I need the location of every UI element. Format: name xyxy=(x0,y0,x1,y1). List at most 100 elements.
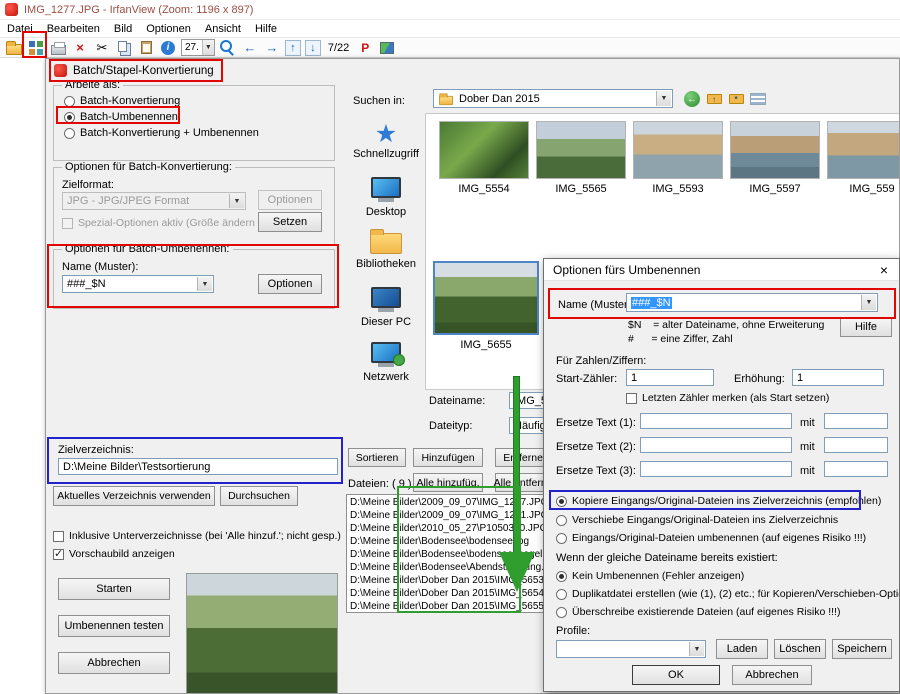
folder-up-icon[interactable]: ↑ xyxy=(705,90,723,108)
help-button[interactable]: Hilfe xyxy=(840,317,892,337)
remember-counter-checkbox[interactable]: Letzten Zähler merken (als Start setzen) xyxy=(626,392,829,404)
copy-icon[interactable] xyxy=(115,39,133,57)
new-glyph: * xyxy=(729,94,744,104)
radio-batch-umbenennen[interactable]: Batch-Umbenennen xyxy=(64,111,178,123)
delete-icon[interactable]: × xyxy=(71,39,89,57)
replace2-field[interactable] xyxy=(640,437,792,453)
save-profile-button[interactable]: Speichern xyxy=(832,639,892,659)
cancel-button[interactable]: Abbrechen xyxy=(58,652,170,674)
radio-copy-originals[interactable]: Kopiere Eingangs/Original-Dateien ins Zi… xyxy=(556,495,881,507)
paste-icon[interactable] xyxy=(137,39,155,57)
look-in-dropdown-icon[interactable]: ▼ xyxy=(656,91,671,106)
rename-cancel-button[interactable]: Abbrechen xyxy=(732,665,812,685)
radio-circle[interactable] xyxy=(556,533,567,544)
place-desktop[interactable]: Desktop xyxy=(344,177,428,218)
rename-name-dropdown-icon[interactable]: ▼ xyxy=(861,295,876,310)
zoom-dropdown-icon[interactable]: ▼ xyxy=(202,40,214,55)
zoom-level-field[interactable]: 27. ▼ xyxy=(181,39,215,56)
load-profile-button[interactable]: Laden xyxy=(716,639,768,659)
radio-circle[interactable] xyxy=(556,589,567,600)
thumbnail-img-5597[interactable]: IMG_5597 xyxy=(729,121,821,195)
set-button[interactable]: Setzen xyxy=(258,212,322,232)
target-dir-field[interactable]: D:\Meine Bilder\Testsortierung xyxy=(58,458,338,475)
close-icon[interactable]: × xyxy=(869,259,899,281)
radio-rename-originals[interactable]: Eingangs/Original-Dateien umbenennen (au… xyxy=(556,532,866,544)
radio-move-originals[interactable]: Verschiebe Eingangs/Original-Dateien ins… xyxy=(556,514,838,526)
add-all-button[interactable]: Alle hinzufüg. xyxy=(413,473,483,492)
replace3-with-field[interactable] xyxy=(824,461,888,477)
radio-circle[interactable] xyxy=(556,571,567,582)
show-preview-checkbox[interactable]: Vorschaubild anzeigen xyxy=(53,548,175,560)
checkbox-box[interactable] xyxy=(626,393,637,404)
radio-circle[interactable] xyxy=(64,112,75,123)
back-button-icon[interactable]: ← xyxy=(683,90,701,108)
menu-optionen[interactable]: Optionen xyxy=(139,22,198,36)
radio-circle[interactable] xyxy=(64,128,75,139)
radio-batch-konvertierung[interactable]: Batch-Konvertierung xyxy=(64,95,180,107)
palette-icon[interactable] xyxy=(378,39,396,57)
preview-image xyxy=(186,573,338,694)
profile-combo[interactable]: ▼ xyxy=(556,640,706,658)
look-in-combo[interactable]: Dober Dan 2015 ▼ xyxy=(433,89,673,108)
first-image-icon[interactable]: ↑ xyxy=(285,40,301,56)
place-dieser-pc[interactable]: Dieser PC xyxy=(344,287,428,328)
start-counter-field[interactable]: 1 xyxy=(626,369,714,386)
last-image-icon[interactable]: ↓ xyxy=(305,40,321,56)
open-folder-icon[interactable] xyxy=(5,39,23,57)
view-menu-icon[interactable] xyxy=(749,90,767,108)
sort-button[interactable]: Sortieren xyxy=(348,448,406,467)
radio-circle[interactable] xyxy=(556,515,567,526)
menu-bearbeiten[interactable]: Bearbeiten xyxy=(40,22,107,36)
use-current-dir-button[interactable]: Aktuelles Verzeichnis verwenden xyxy=(53,486,215,506)
cut-icon[interactable]: ✂ xyxy=(93,39,111,57)
replace1-field[interactable] xyxy=(640,413,792,429)
add-button[interactable]: Hinzufügen xyxy=(413,448,483,467)
radio-batch-konv-umbenennen[interactable]: Batch-Konvertierung + Umbenennen xyxy=(64,127,259,139)
increment-field[interactable]: 1 xyxy=(792,369,884,386)
replace2-with-field[interactable] xyxy=(824,437,888,453)
properties-icon[interactable]: P xyxy=(356,39,374,57)
rename-name-combo[interactable]: ###_$N ▼ xyxy=(626,293,878,312)
new-folder-icon[interactable]: * xyxy=(727,90,745,108)
conv-options-button: Optionen xyxy=(258,190,322,210)
previous-image-icon[interactable]: ← xyxy=(241,39,259,57)
rename-options-button[interactable]: Optionen xyxy=(258,274,322,294)
thumbnail-img-5565[interactable]: IMG_5565 xyxy=(535,121,627,195)
browse-button[interactable]: Durchsuchen xyxy=(220,486,298,506)
place-schnellzugriff[interactable]: ★ Schnellzugriff xyxy=(344,121,428,160)
radio-overwrite[interactable]: Überschreibe existierende Dateien (auf e… xyxy=(556,606,840,618)
checkbox-box[interactable] xyxy=(53,549,64,560)
menu-ansicht[interactable]: Ansicht xyxy=(198,22,248,36)
thumbnail-image xyxy=(536,121,626,179)
menu-hilfe[interactable]: Hilfe xyxy=(248,22,284,36)
ok-button[interactable]: OK xyxy=(632,665,720,685)
thumbnail-img-5655-selected[interactable]: IMG_5655 xyxy=(431,261,541,351)
thumbnail-img-559x[interactable]: IMG_559 xyxy=(826,121,900,195)
place-bibliotheken[interactable]: Bibliotheken xyxy=(344,231,428,270)
name-pattern-combo[interactable]: ###_$N ▼ xyxy=(62,275,214,293)
place-netzwerk[interactable]: Netzwerk xyxy=(344,342,428,383)
thumbnail-img-5593[interactable]: IMG_5593 xyxy=(632,121,724,195)
profile-dropdown-icon[interactable]: ▼ xyxy=(689,642,704,656)
radio-no-rename[interactable]: Kein Umbenennen (Fehler anzeigen) xyxy=(556,570,744,582)
name-pattern-dropdown-icon[interactable]: ▼ xyxy=(197,277,212,291)
menu-datei[interactable]: Datei xyxy=(0,22,40,36)
thumbnail-img-5554[interactable]: IMG_5554 xyxy=(438,121,530,195)
info-icon[interactable]: i xyxy=(159,39,177,57)
replace1-with-field[interactable] xyxy=(824,413,888,429)
radio-circle[interactable] xyxy=(556,607,567,618)
next-image-icon[interactable]: → xyxy=(263,39,281,57)
magnifier-icon[interactable] xyxy=(219,39,237,57)
checkbox-box[interactable] xyxy=(53,531,64,542)
thumbnails-batch-icon[interactable] xyxy=(27,39,45,57)
delete-profile-button[interactable]: Löschen xyxy=(774,639,826,659)
start-button[interactable]: Starten xyxy=(58,578,170,600)
menu-bild[interactable]: Bild xyxy=(107,22,139,36)
radio-duplicate[interactable]: Duplikatdatei erstellen (wie (1), (2) et… xyxy=(556,588,900,600)
test-rename-button[interactable]: Umbenennen testen xyxy=(58,615,170,637)
include-subdirs-checkbox[interactable]: Inklusive Unterverzeichnisse (bei 'Alle … xyxy=(53,530,341,542)
replace3-field[interactable] xyxy=(640,461,792,477)
radio-circle[interactable] xyxy=(64,96,75,107)
print-icon[interactable] xyxy=(49,39,67,57)
radio-circle[interactable] xyxy=(556,496,567,507)
